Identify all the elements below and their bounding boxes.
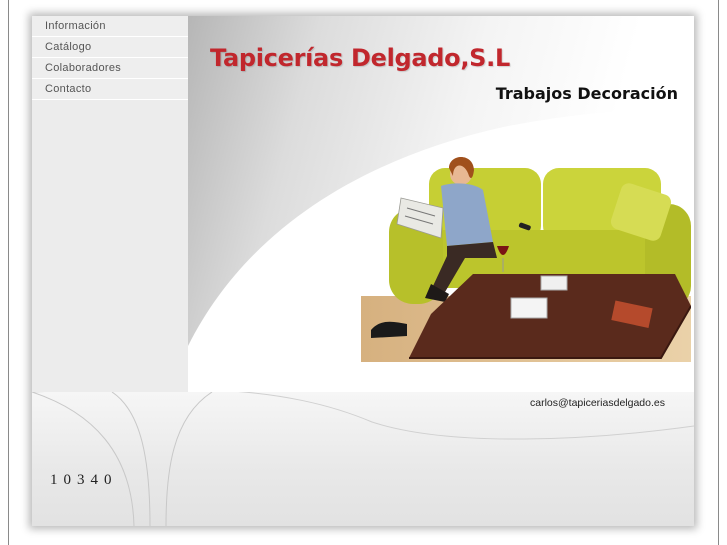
contact-email[interactable]: carlos@tapiceriasdelgado.es bbox=[530, 397, 665, 409]
tagline: Trabajos Decoración bbox=[495, 84, 678, 103]
main-menu: Información Catálogo Colaboradores Conta… bbox=[32, 16, 188, 100]
window-border-right bbox=[718, 0, 719, 545]
brand-title: Tapicerías Delgado,S.L bbox=[210, 44, 510, 72]
footer-area bbox=[32, 392, 694, 526]
visit-counter: 10340 bbox=[50, 472, 118, 488]
menu-item-contacto[interactable]: Contacto bbox=[32, 79, 188, 100]
living-room-photo bbox=[361, 157, 691, 362]
hero-banner: Tapicerías Delgado,S.L Trabajos Decoraci… bbox=[188, 16, 694, 396]
footer-decorative-lines bbox=[32, 392, 694, 526]
menu-item-catalogo[interactable]: Catálogo bbox=[32, 37, 188, 58]
menu-item-colaboradores[interactable]: Colaboradores bbox=[32, 58, 188, 79]
menu-item-informacion[interactable]: Información bbox=[32, 16, 188, 37]
page-container: Información Catálogo Colaboradores Conta… bbox=[32, 16, 694, 526]
sidebar: Información Catálogo Colaboradores Conta… bbox=[32, 16, 189, 396]
window-border-left bbox=[8, 0, 9, 545]
